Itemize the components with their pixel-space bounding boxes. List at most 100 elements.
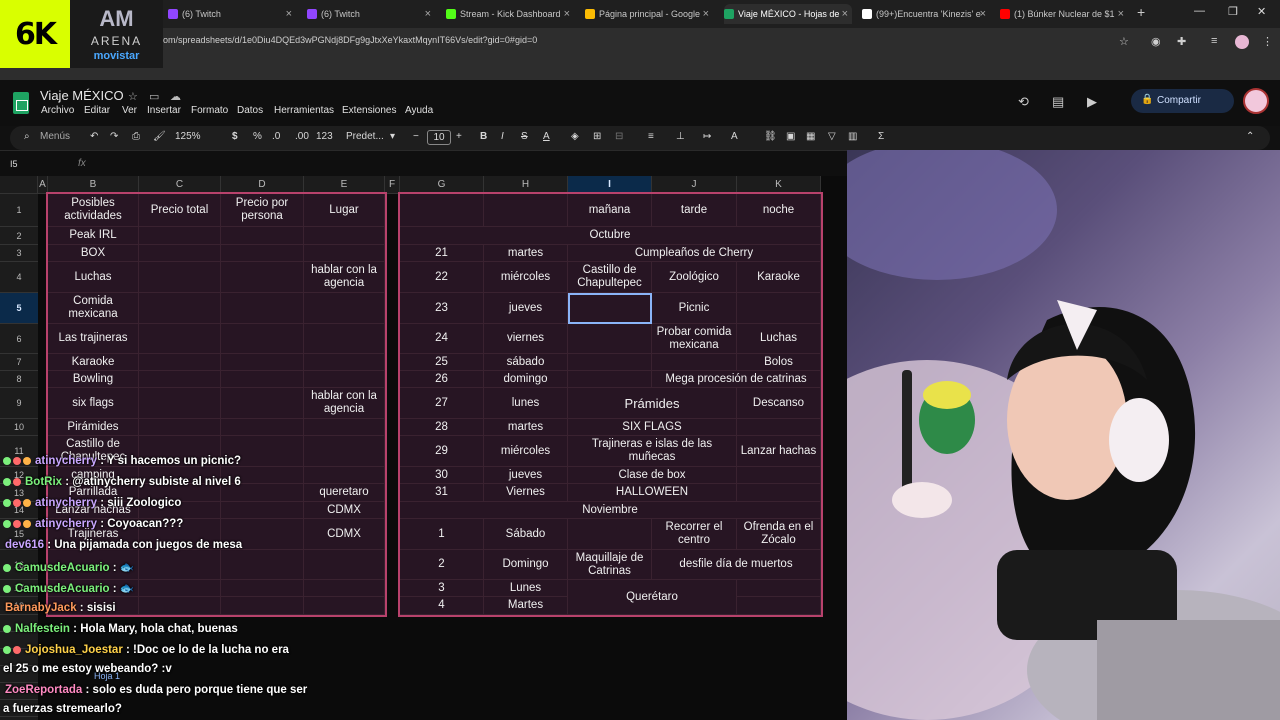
grid-cell[interactable] — [652, 354, 737, 371]
browser-tab[interactable]: Viaje MÉXICO - Hojas de × — [724, 4, 852, 24]
grid-cell[interactable] — [221, 324, 304, 354]
print-icon[interactable]: ⎙ — [132, 131, 140, 142]
search-icon[interactable]: ⌕ — [24, 131, 30, 142]
undo-icon[interactable]: ↶ — [90, 131, 98, 142]
grid-cell[interactable] — [400, 194, 484, 227]
table-cell[interactable]: 1 — [400, 519, 484, 550]
grid-cell[interactable] — [304, 550, 385, 580]
italic-icon[interactable]: I — [501, 131, 504, 142]
grid-cell[interactable] — [139, 227, 221, 245]
grid-cell[interactable] — [221, 293, 304, 324]
grid-cell[interactable] — [737, 484, 821, 502]
grid-cell[interactable] — [304, 597, 385, 615]
table-cell[interactable]: hablar con la agencia — [304, 388, 385, 419]
grid-cell[interactable] — [221, 245, 304, 262]
grid-cell[interactable] — [304, 467, 385, 484]
browser-tab[interactable]: (6) Twitch × — [168, 4, 296, 24]
table-cell[interactable]: Lugar — [304, 194, 385, 227]
table-cell[interactable]: 4 — [400, 597, 484, 615]
row-header[interactable]: 6 — [0, 324, 38, 354]
close-tab-icon[interactable]: × — [564, 4, 570, 24]
spreadsheet-grid[interactable]: A B C D E F G H I J K 1 2 3 4 5 6 7 8 9 10 11 12 13 14 15 16 17 18 Po… — [0, 176, 847, 720]
browser-menu-icon[interactable]: ⋮ — [1262, 35, 1273, 48]
menu-item-ayuda[interactable]: Ayuda — [405, 105, 433, 116]
grid-cell[interactable] — [568, 324, 652, 354]
table-cell[interactable]: 31 — [400, 484, 484, 502]
table-cell[interactable]: Comida mexicana — [48, 293, 139, 324]
table-cell[interactable]: 3 — [400, 580, 484, 597]
table-cell[interactable]: sábado — [484, 354, 568, 371]
table-cell[interactable]: domingo — [484, 371, 568, 388]
table-cell[interactable]: Picnic — [652, 293, 737, 324]
media-control-icon[interactable]: ≡ — [1211, 35, 1217, 47]
browser-profile-avatar[interactable] — [1235, 35, 1249, 49]
grid-cell[interactable] — [139, 580, 221, 597]
table-cell[interactable]: Cumpleaños de Cherry — [568, 245, 821, 262]
browser-tab[interactable]: (6) Twitch × — [307, 4, 435, 24]
column-header-d[interactable]: D — [221, 176, 304, 194]
grid-cell[interactable] — [568, 371, 652, 388]
grid-cell[interactable] — [139, 388, 221, 419]
grid-cell[interactable] — [484, 194, 568, 227]
grid-cell[interactable] — [304, 371, 385, 388]
avatar[interactable] — [1243, 88, 1269, 114]
grid-cell[interactable] — [304, 354, 385, 371]
functions-icon[interactable]: Σ — [878, 131, 884, 142]
table-cell[interactable]: Descanso — [737, 388, 821, 419]
table-cell[interactable]: BOX — [48, 245, 139, 262]
table-cell[interactable]: Ofrenda en el Zócalo — [737, 519, 821, 550]
increase-decimal-button[interactable]: .00 — [295, 131, 309, 142]
row-header[interactable]: 5 — [0, 293, 38, 324]
bold-icon[interactable]: B — [480, 131, 487, 142]
table-cell[interactable]: Lunes — [484, 580, 568, 597]
table-cell[interactable]: Clase de box — [568, 467, 737, 484]
currency-button[interactable]: $ — [232, 131, 238, 142]
table-cell[interactable]: Castillo de Chapultepec — [568, 262, 652, 293]
vertical-align-icon[interactable]: ⊥ — [676, 131, 685, 142]
table-cell[interactable]: Posibles actividades — [48, 194, 139, 227]
table-cell[interactable]: Las trajineras — [48, 324, 139, 354]
grid-cell[interactable] — [221, 354, 304, 371]
text-wrap-icon[interactable]: ↦ — [703, 131, 711, 142]
font-select[interactable]: Predet... — [346, 131, 384, 142]
browser-tab[interactable]: Página principal - Google × — [585, 4, 713, 24]
table-cell[interactable]: queretaro — [304, 484, 385, 502]
browser-tab[interactable]: Stream - Kick Dashboard × — [446, 4, 574, 24]
table-cell[interactable]: mañana — [568, 194, 652, 227]
table-cell[interactable]: lunes — [484, 388, 568, 419]
table-cell[interactable]: 25 — [400, 354, 484, 371]
table-cell[interactable]: miércoles — [484, 262, 568, 293]
grid-cell[interactable] — [737, 419, 821, 436]
table-cell[interactable]: 22 — [400, 262, 484, 293]
grid-cell[interactable] — [304, 245, 385, 262]
row-header[interactable]: 2 — [0, 227, 38, 245]
browser-tab[interactable]: (1) Búnker Nuclear de $1 × — [1000, 4, 1128, 24]
grid-cell[interactable] — [221, 502, 304, 519]
grid-cell[interactable] — [139, 597, 221, 615]
table-cell[interactable]: 30 — [400, 467, 484, 484]
table-cell[interactable]: Querétaro — [568, 580, 737, 615]
table-cell[interactable]: 23 — [400, 293, 484, 324]
table-cell[interactable]: martes — [484, 419, 568, 436]
grid-cell[interactable] — [737, 580, 821, 597]
collapse-toolbar-icon[interactable]: ⌃ — [1246, 131, 1254, 142]
table-cell[interactable]: CDMX — [304, 502, 385, 519]
table-cell[interactable]: Lanzar hachas — [737, 436, 821, 467]
table-cell[interactable]: viernes — [484, 324, 568, 354]
horizontal-align-icon[interactable]: ≡ — [648, 131, 654, 142]
grid-cell[interactable] — [737, 597, 821, 615]
grid-cell[interactable] — [139, 354, 221, 371]
insert-chart-icon[interactable]: ▦ — [806, 131, 815, 142]
comments-icon[interactable]: ▤ — [1052, 94, 1064, 110]
table-cell[interactable]: Peak IRL — [48, 227, 139, 245]
table-cell[interactable]: HALLOWEEN — [568, 484, 737, 502]
column-header-k[interactable]: K — [737, 176, 821, 194]
close-tab-icon[interactable]: × — [425, 4, 431, 24]
grid-cell[interactable] — [304, 227, 385, 245]
row-header[interactable]: 1 — [0, 194, 38, 227]
fill-color-icon[interactable]: ◈ — [571, 131, 579, 142]
decrease-decimal-button[interactable]: .0 — [272, 131, 280, 142]
cloud-status-icon[interactable]: ☁ — [170, 90, 181, 103]
insert-link-icon[interactable]: ⛓ — [764, 131, 777, 142]
grid-cell[interactable] — [568, 519, 652, 550]
